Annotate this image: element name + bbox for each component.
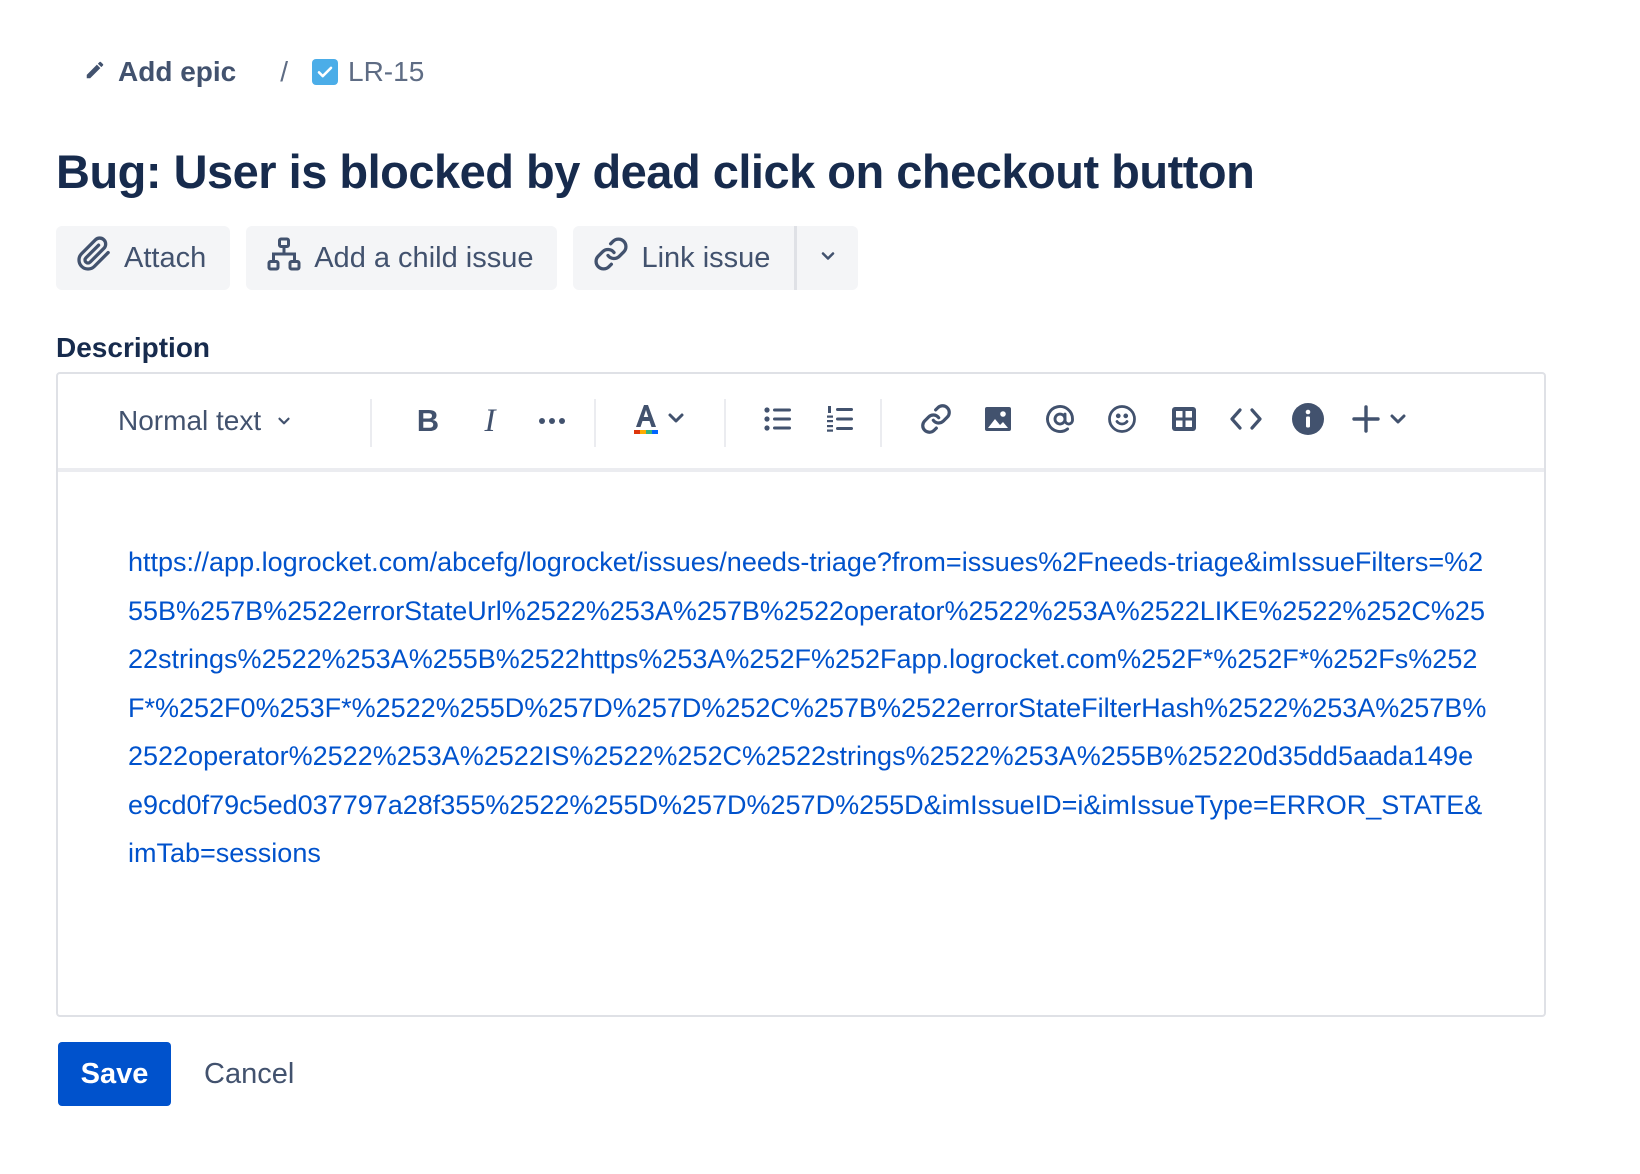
issue-key: LR-15 bbox=[348, 56, 425, 87]
paperclip-icon bbox=[76, 236, 112, 280]
toolbar-divider bbox=[594, 399, 596, 447]
description-label: Description bbox=[56, 332, 211, 363]
link-icon bbox=[920, 403, 952, 440]
code-block-button[interactable] bbox=[1224, 399, 1268, 443]
numbered-list-button[interactable] bbox=[818, 399, 862, 443]
italic-button[interactable]: I bbox=[468, 399, 512, 443]
description-editor: Normal text B I https://app.logrocket.co… bbox=[56, 372, 1546, 1017]
code-icon bbox=[1229, 406, 1263, 437]
emoji-button[interactable] bbox=[1100, 399, 1144, 443]
editor-toolbar: Normal text B I bbox=[58, 374, 1544, 472]
table-icon bbox=[1170, 405, 1198, 438]
at-sign-icon bbox=[1045, 404, 1075, 439]
add-epic-label: Add epic bbox=[118, 56, 237, 87]
image-icon bbox=[984, 405, 1012, 438]
issue-actions: Attach Add a child issue Link issue bbox=[56, 226, 859, 290]
breadcrumb-separator: / bbox=[280, 56, 289, 87]
issue-title[interactable]: Bug: User is blocked by dead click on ch… bbox=[56, 144, 1255, 199]
task-checkbox-icon bbox=[312, 59, 339, 85]
bold-button[interactable]: B bbox=[406, 399, 450, 443]
save-button[interactable]: Save bbox=[58, 1042, 171, 1106]
table-button[interactable] bbox=[1162, 399, 1206, 443]
info-panel-button[interactable] bbox=[1286, 399, 1330, 443]
insert-link-button[interactable] bbox=[914, 399, 958, 443]
cancel-button[interactable]: Cancel bbox=[190, 1042, 308, 1106]
link-issue-button[interactable]: Link issue bbox=[573, 226, 795, 290]
link-icon bbox=[593, 236, 629, 280]
bold-icon: B bbox=[416, 403, 440, 438]
add-child-issue-label: Add a child issue bbox=[314, 241, 534, 274]
description-link[interactable]: https://app.logrocket.com/abcefg/logrock… bbox=[128, 538, 1488, 878]
toolbar-divider bbox=[880, 399, 882, 447]
link-issue-split-button: Link issue bbox=[573, 226, 859, 290]
pencil-icon bbox=[84, 56, 106, 88]
add-epic-link[interactable]: Add epic bbox=[84, 56, 236, 88]
mention-button[interactable] bbox=[1038, 399, 1082, 443]
smiley-icon bbox=[1107, 404, 1137, 439]
insert-image-button[interactable] bbox=[976, 399, 1020, 443]
text-style-dropdown[interactable]: Normal text bbox=[118, 405, 293, 437]
chevron-down-icon bbox=[275, 405, 293, 437]
text-style-label: Normal text bbox=[118, 405, 262, 436]
info-icon bbox=[1291, 402, 1325, 441]
issue-key-link[interactable]: LR-15 bbox=[312, 56, 424, 88]
breadcrumb: Add epic / LR-15 bbox=[84, 52, 424, 92]
toolbar-divider bbox=[724, 399, 726, 447]
italic-icon: I bbox=[484, 402, 496, 439]
hierarchy-icon bbox=[266, 236, 302, 280]
add-child-issue-button[interactable]: Add a child issue bbox=[246, 226, 558, 290]
more-formatting-button[interactable] bbox=[530, 399, 574, 443]
text-color-icon bbox=[630, 399, 692, 444]
link-issue-dropdown-button[interactable] bbox=[794, 226, 859, 290]
link-issue-label: Link issue bbox=[641, 241, 771, 274]
attach-button[interactable]: Attach bbox=[56, 226, 231, 290]
bullet-list-button[interactable] bbox=[756, 399, 800, 443]
insert-more-button[interactable] bbox=[1350, 399, 1416, 443]
attach-label: Attach bbox=[124, 241, 207, 274]
numbered-list-icon bbox=[826, 405, 854, 438]
plus-icon bbox=[1352, 404, 1414, 439]
bullet-list-icon bbox=[764, 406, 792, 437]
more-dots-icon bbox=[537, 412, 567, 430]
editor-content[interactable]: https://app.logrocket.com/abcefg/logrock… bbox=[58, 472, 1544, 878]
toolbar-divider bbox=[370, 399, 372, 447]
text-color-button[interactable] bbox=[628, 399, 694, 443]
chevron-down-icon bbox=[818, 246, 838, 271]
